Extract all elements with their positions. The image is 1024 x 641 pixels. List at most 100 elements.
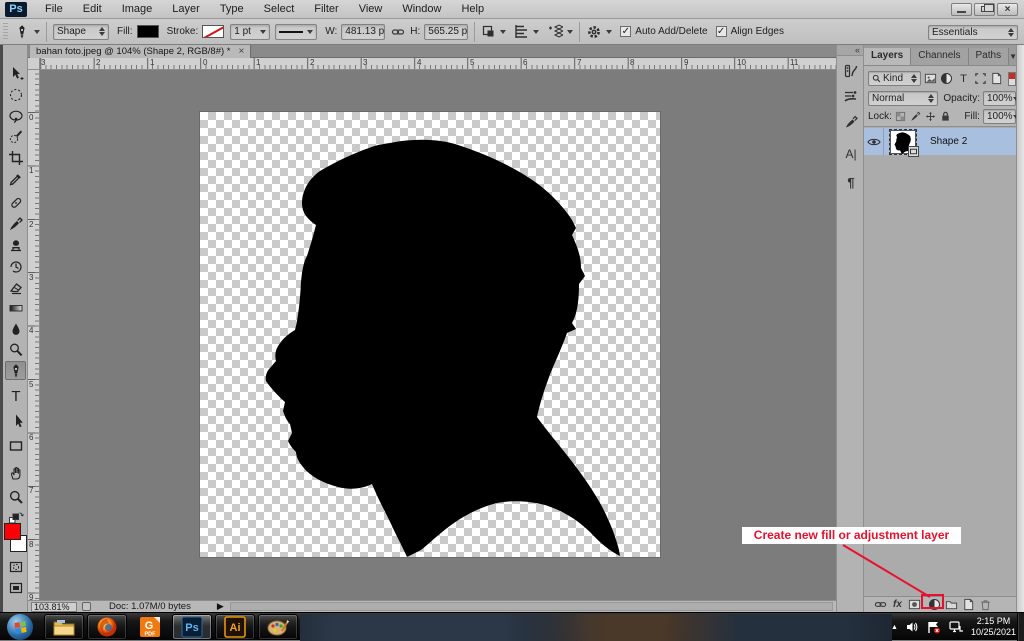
tray-expand-icon[interactable]: ▲ (891, 624, 898, 631)
crop-tool[interactable] (5, 148, 26, 167)
canvas-pasteboard[interactable] (40, 70, 836, 600)
history-panel-icon[interactable] (840, 60, 862, 82)
menu-file[interactable]: File (35, 0, 73, 18)
pen-tool[interactable] (5, 361, 26, 380)
stroke-type-select[interactable] (275, 24, 317, 40)
document-canvas[interactable] (200, 112, 660, 557)
action-center-flag-icon[interactable] (927, 621, 941, 634)
brush-panel-icon[interactable] (840, 85, 862, 107)
menu-type[interactable]: Type (210, 0, 254, 18)
rectangle-tool[interactable] (5, 436, 26, 455)
menu-layer[interactable]: Layer (162, 0, 210, 18)
layer-filter-kind-select[interactable]: Kind (868, 71, 921, 86)
stroke-swatch[interactable] (202, 25, 224, 38)
new-group-button[interactable] (943, 598, 960, 612)
minimize-button[interactable] (951, 3, 972, 16)
tab-channels[interactable]: Channels (911, 48, 968, 65)
move-tool[interactable] (5, 64, 26, 83)
start-button[interactable] (5, 614, 35, 640)
auto-add-delete-checkbox[interactable]: ✓ (620, 26, 631, 37)
taskbar-firefox[interactable] (87, 614, 127, 640)
vertical-ruler[interactable]: 0 1 2 3 4 5 6 7 8 9 (28, 70, 40, 600)
menu-edit[interactable]: Edit (73, 0, 112, 18)
taskbar-file-explorer[interactable] (44, 614, 84, 640)
eraser-tool[interactable] (5, 277, 26, 296)
lock-pixels-icon[interactable] (909, 110, 922, 124)
foreground-color-swatch[interactable] (4, 523, 21, 540)
filter-type-layers-icon[interactable]: T (956, 72, 971, 86)
lock-all-icon[interactable] (939, 110, 952, 124)
paragraph-panel-icon[interactable]: ¶ (840, 171, 862, 193)
zoom-tool[interactable] (5, 487, 26, 506)
ruler-corner[interactable] (28, 58, 40, 70)
link-layers-button[interactable] (872, 598, 889, 612)
tool-preset-picker[interactable] (14, 24, 40, 40)
lock-transparency-icon[interactable] (894, 110, 907, 124)
tab-paths[interactable]: Paths (969, 48, 1010, 65)
fill-swatch[interactable] (137, 25, 159, 38)
path-alignment-button[interactable] (514, 24, 539, 39)
blend-mode-select[interactable]: Normal (868, 91, 938, 106)
menu-filter[interactable]: Filter (304, 0, 348, 18)
taskbar-illustrator[interactable]: Ai (215, 614, 255, 640)
link-dimensions-icon[interactable] (391, 25, 405, 39)
document-tab[interactable]: bahan foto.jpeg @ 104% (Shape 2, RGB/8#)… (30, 45, 251, 58)
align-edges-checkbox[interactable]: ✓ (716, 26, 727, 37)
workspace-switcher[interactable]: Essentials (928, 25, 1018, 40)
elliptical-marquee-tool[interactable] (5, 85, 26, 104)
menu-window[interactable]: Window (392, 0, 451, 18)
taskbar-pdf-reader[interactable]: GPDF (130, 614, 170, 640)
filter-adjustment-layers-icon[interactable] (940, 72, 955, 86)
taskbar-clock[interactable]: 2:15 PM 10/25/2021 (971, 616, 1016, 638)
layer-visibility-toggle[interactable] (864, 128, 884, 155)
character-panel-icon[interactable]: A| (840, 143, 862, 165)
new-layer-button[interactable] (960, 598, 977, 612)
menu-image[interactable]: Image (112, 0, 163, 18)
brush-presets-panel-icon[interactable] (840, 111, 862, 133)
hand-tool[interactable] (5, 463, 26, 482)
delete-layer-button[interactable] (977, 598, 994, 612)
path-selection-tool[interactable] (5, 411, 26, 430)
menu-view[interactable]: View (349, 0, 393, 18)
shape-width-input[interactable]: 481.13 px (341, 24, 385, 40)
menu-help[interactable]: Help (451, 0, 494, 18)
menu-select[interactable]: Select (254, 0, 305, 18)
gradient-tool[interactable] (5, 298, 26, 317)
dodge-tool[interactable] (5, 340, 26, 359)
filter-shape-layers-icon[interactable] (973, 72, 988, 86)
lock-position-icon[interactable] (924, 110, 937, 124)
head-silhouette-shape[interactable] (200, 112, 660, 557)
taskbar-paint[interactable] (258, 614, 298, 640)
opacity-input[interactable]: 100% (983, 91, 1016, 106)
layer-thumbnail[interactable] (890, 130, 916, 154)
filter-pixel-layers-icon[interactable] (923, 72, 938, 86)
tab-layers[interactable]: Layers (864, 48, 911, 65)
volume-icon[interactable] (906, 621, 919, 633)
history-brush-tool[interactable] (5, 256, 26, 275)
lasso-tool[interactable] (5, 106, 26, 125)
layer-name[interactable]: Shape 2 (930, 136, 967, 147)
layer-style-button[interactable]: fx (889, 598, 906, 612)
pen-options-gear-button[interactable] (586, 24, 612, 40)
network-icon[interactable] (949, 621, 963, 633)
brush-tool[interactable] (5, 214, 26, 233)
close-button[interactable]: × (997, 3, 1018, 16)
taskbar-photoshop[interactable]: Ps (172, 614, 212, 640)
filter-smart-objects-icon[interactable] (989, 72, 1004, 86)
quick-selection-tool[interactable] (5, 127, 26, 146)
stroke-width-input[interactable]: 1 pt (230, 24, 270, 40)
layer-filter-switch[interactable] (1008, 72, 1016, 86)
tab-close-icon[interactable]: × (239, 46, 245, 57)
quick-mask-toggle[interactable] (5, 557, 26, 576)
tool-mode-select[interactable]: Shape (53, 24, 109, 40)
healing-brush-tool[interactable] (5, 193, 26, 212)
status-options-arrow-icon[interactable]: ▶ (217, 601, 224, 612)
restore-button[interactable] (974, 3, 995, 16)
clone-stamp-tool[interactable] (5, 235, 26, 254)
expand-panels-control[interactable]: « (837, 45, 863, 56)
screen-mode-toggle[interactable] (5, 578, 26, 597)
layer-row-shape-2[interactable]: Shape 2 (864, 128, 1016, 155)
blur-tool[interactable] (5, 319, 26, 338)
eyedropper-tool[interactable] (5, 169, 26, 188)
shape-height-input[interactable]: 565.25 px (424, 24, 468, 40)
